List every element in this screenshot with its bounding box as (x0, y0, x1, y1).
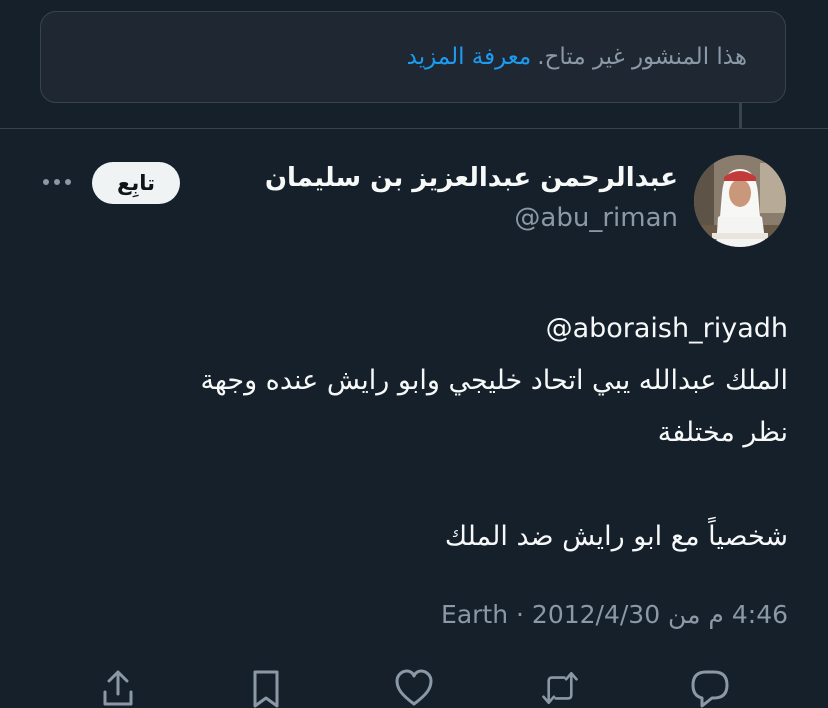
retweet-button[interactable] (540, 668, 580, 708)
heart-icon (395, 669, 433, 706)
like-button[interactable] (394, 668, 434, 708)
action-bar (0, 668, 828, 708)
tweet-text: aboraish_riyadh@ الملك عبدالله يبي اتحاد… (48, 303, 788, 563)
bookmark-button[interactable] (246, 668, 286, 708)
share-icon (103, 670, 133, 706)
notice-message: هذا المنشور غير متاح. (537, 44, 747, 70)
share-button[interactable] (98, 668, 138, 708)
tweet-meta: 4:46 م من Earth · 2012/4/30 (441, 600, 788, 629)
reply-icon (691, 670, 729, 708)
author-name[interactable]: عبدالرحمن عبدالعزيز بن سليمان (265, 163, 678, 193)
avatar[interactable] (694, 155, 786, 247)
retweet-icon (542, 671, 578, 705)
tweet-mention-line[interactable]: aboraish_riyadh@ (48, 303, 788, 355)
author-handle[interactable]: @abu_riman (514, 203, 678, 233)
more-horizontal-icon[interactable] (40, 170, 74, 194)
divider (0, 128, 828, 129)
thread-line (739, 103, 742, 128)
avatar-image (694, 155, 786, 247)
follow-button[interactable]: تابِع (92, 162, 180, 204)
unavailable-post-notice: هذا المنشور غير متاح. معرفة المزيد (40, 11, 786, 103)
tweet-text-line: شخصياً مع ابو رايش ضد الملك (444, 521, 788, 552)
reply-button[interactable] (690, 668, 730, 708)
learn-more-link[interactable]: معرفة المزيد (407, 44, 532, 70)
tweet-text-line: نظر مختلفة (657, 417, 788, 448)
tweet-text-line: الملك عبدالله يبي اتحاد خليجي وابو رايش … (200, 365, 788, 396)
bookmark-icon (253, 670, 279, 708)
